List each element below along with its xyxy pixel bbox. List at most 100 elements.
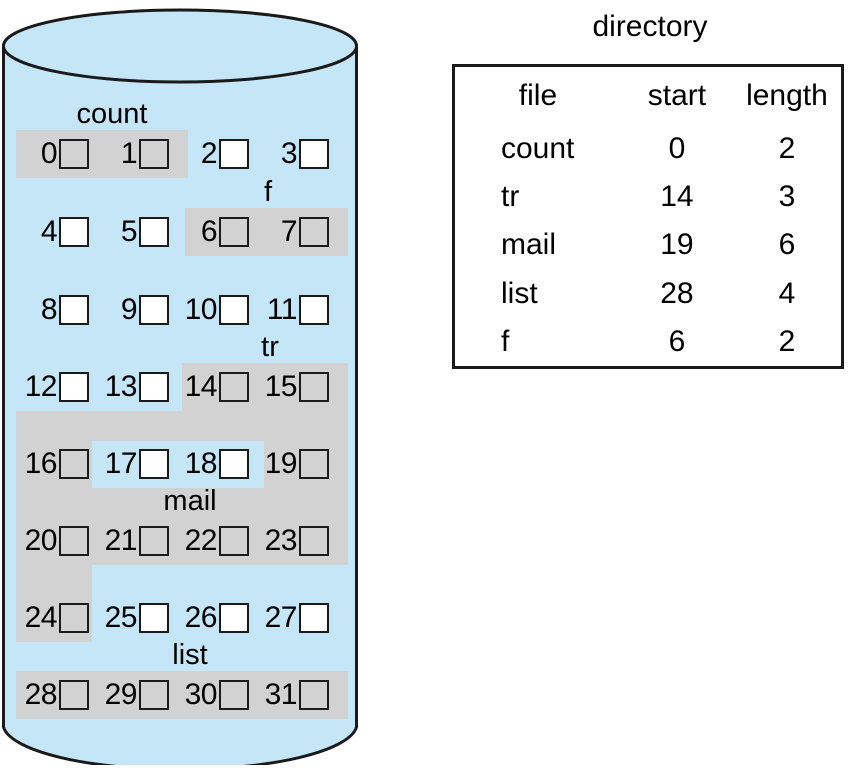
- disk-block-number: 22: [184, 524, 218, 557]
- disk-block-number: 27: [264, 601, 298, 634]
- cell-file: count: [501, 132, 575, 166]
- disk-block-square: [219, 449, 249, 479]
- disk-block[interactable]: 27: [254, 598, 329, 638]
- cell-file: f: [501, 324, 510, 358]
- disk-block[interactable]: 9: [102, 290, 169, 330]
- disk-block-number: 30: [184, 678, 218, 711]
- disk-block-number: 25: [104, 601, 138, 634]
- disk-block[interactable]: 14: [174, 367, 249, 407]
- disk-block[interactable]: 25: [94, 598, 169, 638]
- disk-block-number: 31: [264, 678, 298, 711]
- disk-block-number: 0: [40, 137, 58, 170]
- disk-block-square: [139, 680, 169, 710]
- cell-length: 6: [778, 228, 796, 262]
- directory-table: file start length count 0 2 tr 14 3 mail: [455, 67, 841, 366]
- disk-block[interactable]: 10: [174, 290, 249, 330]
- cell-file: tr: [501, 180, 520, 214]
- disk-block-square: [139, 526, 169, 556]
- disk-block[interactable]: 24: [14, 598, 89, 638]
- disk-block-square: [59, 680, 89, 710]
- disk-block[interactable]: 21: [94, 521, 169, 561]
- disk-block-square: [59, 372, 89, 402]
- table-row[interactable]: f 6 2: [455, 318, 841, 366]
- disk-block-square: [59, 139, 89, 169]
- disk-block[interactable]: 20: [14, 521, 89, 561]
- disk-block[interactable]: 6: [182, 212, 249, 252]
- cell-file: list: [501, 276, 538, 310]
- disk-block-square: [59, 295, 89, 325]
- disk-block[interactable]: 0: [22, 134, 89, 174]
- disk-block-square: [299, 603, 329, 633]
- disk-block[interactable]: 22: [174, 521, 249, 561]
- file-label-mail: mail: [163, 485, 217, 517]
- disk-block[interactable]: 31: [254, 675, 329, 715]
- disk-block-number: 15: [264, 370, 298, 403]
- disk-block[interactable]: 16: [14, 444, 89, 484]
- cell-length: 2: [778, 324, 796, 358]
- disk-block[interactable]: 8: [22, 290, 89, 330]
- file-label-f: f: [263, 176, 273, 208]
- disk-block[interactable]: 18: [174, 444, 249, 484]
- disk-block-number: 21: [104, 524, 138, 557]
- disk-block-number: 2: [200, 137, 218, 170]
- table-row[interactable]: mail 19 6: [455, 221, 841, 269]
- disk-block-square: [59, 603, 89, 633]
- disk-block[interactable]: 12: [14, 367, 89, 407]
- cell-length: 4: [778, 276, 796, 310]
- disk-block-number: 3: [280, 137, 298, 170]
- disk-block[interactable]: 11: [254, 290, 329, 330]
- disk-block-square: [59, 526, 89, 556]
- disk-block-square: [219, 526, 249, 556]
- disk-block[interactable]: 26: [174, 598, 249, 638]
- disk-block-square: [299, 680, 329, 710]
- disk-block[interactable]: 3: [262, 134, 329, 174]
- disk-block-number: 19: [264, 447, 298, 480]
- disk-block-square: [59, 217, 89, 247]
- disk-block-number: 20: [24, 524, 58, 557]
- disk-block-number: 17: [104, 447, 138, 480]
- table-row[interactable]: tr 14 3: [455, 173, 841, 221]
- disk-block-number: 18: [184, 447, 218, 480]
- disk-block-grid: count f tr mail list 0 1 2 3 4 5 6 7 8 9…: [2, 46, 358, 724]
- disk-block[interactable]: 13: [94, 367, 169, 407]
- disk-block[interactable]: 30: [174, 675, 249, 715]
- disk-block[interactable]: 15: [254, 367, 329, 407]
- cell-start: 6: [668, 324, 686, 358]
- disk-block[interactable]: 5: [102, 212, 169, 252]
- table-row[interactable]: list 28 4: [455, 270, 841, 318]
- disk-block[interactable]: 28: [14, 675, 89, 715]
- cell-start: 28: [660, 276, 694, 310]
- disk-block-number: 1: [120, 137, 138, 170]
- disk-block[interactable]: 29: [94, 675, 169, 715]
- disk-block[interactable]: 23: [254, 521, 329, 561]
- disk-block-square: [299, 139, 329, 169]
- disk-block[interactable]: 4: [22, 212, 89, 252]
- cell-start: 19: [660, 228, 694, 262]
- cell-start: 14: [660, 180, 694, 214]
- disk-block-square: [219, 139, 249, 169]
- disk-block[interactable]: 2: [182, 134, 249, 174]
- disk-block[interactable]: 1: [102, 134, 169, 174]
- disk-block[interactable]: 7: [262, 212, 329, 252]
- disk-block-square: [219, 680, 249, 710]
- disk-block-number: 6: [200, 215, 218, 248]
- cell-length: 3: [778, 180, 796, 214]
- column-header-file: file: [518, 79, 558, 112]
- disk-block-square: [219, 217, 249, 247]
- figure-contiguous-allocation: count f tr mail list 0 1 2 3 4 5 6 7 8 9…: [0, 0, 850, 771]
- disk-block-number: 8: [40, 293, 58, 326]
- disk-block-square: [59, 449, 89, 479]
- disk-block-square: [299, 449, 329, 479]
- disk-block-square: [139, 449, 169, 479]
- allocation-band-mail-wrap2: [16, 565, 92, 595]
- disk-block[interactable]: 19: [254, 444, 329, 484]
- disk-block-number: 23: [264, 524, 298, 557]
- disk-block-number: 5: [120, 215, 138, 248]
- disk-block[interactable]: 17: [94, 444, 169, 484]
- disk-block-square: [219, 372, 249, 402]
- directory-title: directory: [592, 10, 708, 43]
- disk-block-square: [299, 217, 329, 247]
- table-row[interactable]: count 0 2: [455, 125, 841, 173]
- disk-block-square: [299, 372, 329, 402]
- disk-block-square: [139, 217, 169, 247]
